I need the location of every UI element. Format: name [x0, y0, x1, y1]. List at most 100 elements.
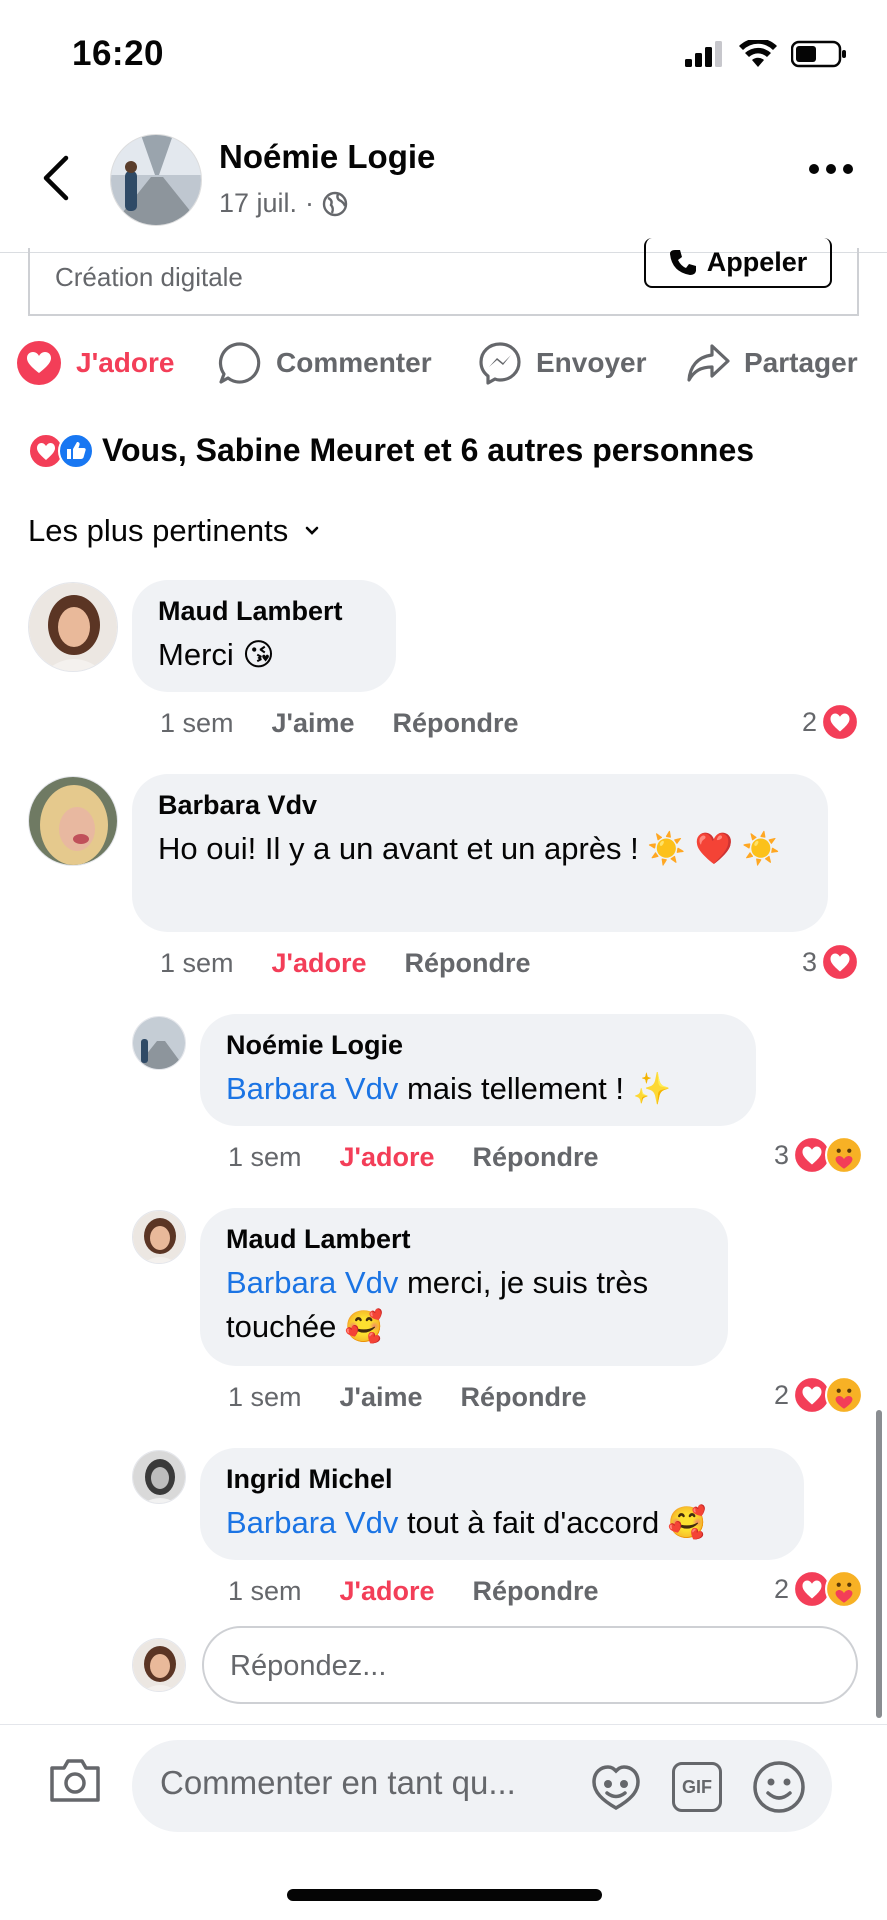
comment-bubble[interactable]: Maud Lambert Merci 😘 — [132, 580, 396, 692]
reply-input[interactable]: Répondez... — [202, 1626, 858, 1704]
avatar[interactable] — [132, 1210, 186, 1264]
love-button[interactable]: J'adore — [16, 338, 174, 388]
avatar-sticker-icon[interactable] — [590, 1762, 642, 1812]
comment-time[interactable]: 1 sem — [228, 1142, 302, 1173]
comment-time[interactable]: 1 sem — [160, 948, 234, 979]
comment-time[interactable]: 1 sem — [160, 708, 234, 739]
comment-actions: 1 sem J'adore Répondre — [160, 948, 531, 979]
comment-author[interactable]: Maud Lambert — [158, 596, 370, 627]
chevron-down-icon — [305, 526, 319, 535]
reaction-count: 3 — [801, 946, 817, 977]
comment-text: Merci 😘 — [158, 637, 275, 672]
send-button[interactable]: Envoyer — [478, 338, 647, 388]
cellular-signal-icon — [685, 41, 722, 67]
more-options-icon[interactable] — [809, 164, 853, 174]
send-label: Envoyer — [536, 347, 647, 378]
love-reaction-icon — [17, 341, 61, 385]
wifi-icon — [739, 40, 777, 67]
avatar[interactable] — [28, 582, 118, 672]
comment-bubble[interactable]: Ingrid Michel Barbara Vdv tout à fait d'… — [200, 1448, 804, 1560]
comment-author[interactable]: Ingrid Michel — [226, 1464, 778, 1495]
emoji-icon[interactable] — [752, 1760, 806, 1814]
comment-reactions[interactable]: 2 — [802, 703, 859, 741]
call-button-label: Appeler — [706, 246, 808, 277]
comment-label: Commenter — [276, 347, 432, 378]
avatar-photo — [133, 1639, 185, 1691]
reply-text: tout à fait d'accord 🥰 — [398, 1505, 707, 1540]
avatar-photo — [133, 1211, 185, 1263]
status-icons — [685, 40, 847, 68]
comment-author[interactable]: Noémie Logie — [226, 1030, 730, 1061]
comment-reactions[interactable]: 3 — [802, 943, 859, 981]
comment-bubble[interactable]: Barbara Vdv Ho oui! Il y a un avant et u… — [132, 774, 828, 932]
comment-reactions[interactable]: 3 — [774, 1136, 863, 1174]
sort-label: Les plus pertinents — [28, 513, 289, 548]
composer-input[interactable]: Commenter en tant qu... — [160, 1764, 516, 1802]
author-name[interactable]: Noémie Logie — [219, 138, 435, 176]
care-reaction-icon — [825, 1376, 863, 1414]
reply-text: mais tellement ! ✨ — [398, 1071, 672, 1106]
love-label: J'adore — [76, 347, 175, 378]
reply-link[interactable]: Répondre — [473, 1576, 599, 1607]
reactions-summary[interactable]: Vous, Sabine Meuret et 6 autres personne… — [28, 432, 754, 469]
post-meta: 17 juil. · — [219, 188, 348, 219]
comment-text: Barbara Vdv tout à fait d'accord 🥰 — [226, 1501, 778, 1545]
home-indicator[interactable] — [287, 1889, 602, 1901]
reply-link[interactable]: Répondre — [405, 948, 531, 979]
comment-actions: 1 sem J'adore Répondre — [228, 1142, 599, 1173]
mention-link[interactable]: Barbara Vdv — [226, 1265, 398, 1300]
avatar[interactable] — [132, 1016, 186, 1070]
love-link[interactable]: J'adore — [340, 1142, 435, 1173]
composer-divider — [0, 1724, 887, 1725]
reaction-count: 2 — [773, 1573, 789, 1604]
avatar[interactable] — [28, 776, 118, 866]
comment-author[interactable]: Barbara Vdv — [158, 790, 802, 821]
care-reaction-icon — [825, 1136, 863, 1174]
gif-button[interactable]: GIF — [672, 1762, 722, 1812]
reaction-count: 3 — [773, 1139, 789, 1170]
reactions-summary-text: Vous, Sabine Meuret et 6 autres personne… — [102, 432, 755, 468]
comment-bubble[interactable]: Noémie Logie Barbara Vdv mais tellement … — [200, 1014, 756, 1126]
share-icon — [687, 344, 730, 382]
mention-link[interactable]: Barbara Vdv — [226, 1505, 398, 1540]
comment-bubble[interactable]: Maud Lambert Barbara Vdv merci, je suis … — [200, 1208, 728, 1366]
comment-reactions[interactable]: 2 — [774, 1376, 863, 1414]
avatar-photo — [133, 1017, 185, 1069]
mention-link[interactable]: Barbara Vdv — [226, 1071, 398, 1106]
reaction-count: 2 — [773, 1379, 789, 1410]
comment-time[interactable]: 1 sem — [228, 1576, 302, 1607]
post-action-bar: J'adore Commenter Envoyer Partager — [0, 338, 887, 388]
avatar[interactable] — [132, 1450, 186, 1504]
comment-button[interactable]: Commenter — [218, 338, 432, 388]
reaction-count: 2 — [801, 706, 817, 737]
scrollbar[interactable] — [876, 1410, 882, 1718]
reply-link[interactable]: Répondre — [393, 708, 519, 739]
love-link[interactable]: J'adore — [340, 1576, 435, 1607]
care-reaction-icon — [825, 1570, 863, 1608]
comment-reactions[interactable]: 2 — [774, 1570, 863, 1608]
like-reaction-icon — [58, 432, 94, 469]
avatar-photo — [29, 583, 117, 671]
comment-author[interactable]: Maud Lambert — [226, 1224, 702, 1255]
reply-link[interactable]: Répondre — [473, 1142, 599, 1173]
love-reaction-icon — [821, 703, 859, 741]
like-link[interactable]: J'aime — [340, 1382, 423, 1413]
comment-text: Barbara Vdv merci, je suis très touchée … — [226, 1261, 702, 1349]
messenger-icon — [479, 342, 521, 385]
share-button[interactable]: Partager — [686, 338, 858, 388]
comment-icon — [218, 342, 261, 384]
comment-time[interactable]: 1 sem — [228, 1382, 302, 1413]
author-avatar[interactable] — [110, 134, 202, 226]
post-date[interactable]: 17 juil. — [219, 188, 297, 219]
love-reaction-icon — [821, 943, 859, 981]
comment-text: Ho oui! Il y a un avant et un après ! ☀️… — [158, 831, 781, 866]
call-button[interactable]: Appeler — [644, 238, 832, 288]
comment-sort-dropdown[interactable]: Les plus pertinents — [28, 513, 320, 549]
love-link[interactable]: J'adore — [272, 948, 367, 979]
gif-icon: GIF — [682, 1776, 712, 1797]
back-arrow-icon[interactable] — [36, 152, 76, 204]
like-link[interactable]: J'aime — [272, 708, 355, 739]
reply-link[interactable]: Répondre — [461, 1382, 587, 1413]
status-time: 16:20 — [72, 34, 165, 73]
camera-icon[interactable] — [48, 1756, 102, 1804]
